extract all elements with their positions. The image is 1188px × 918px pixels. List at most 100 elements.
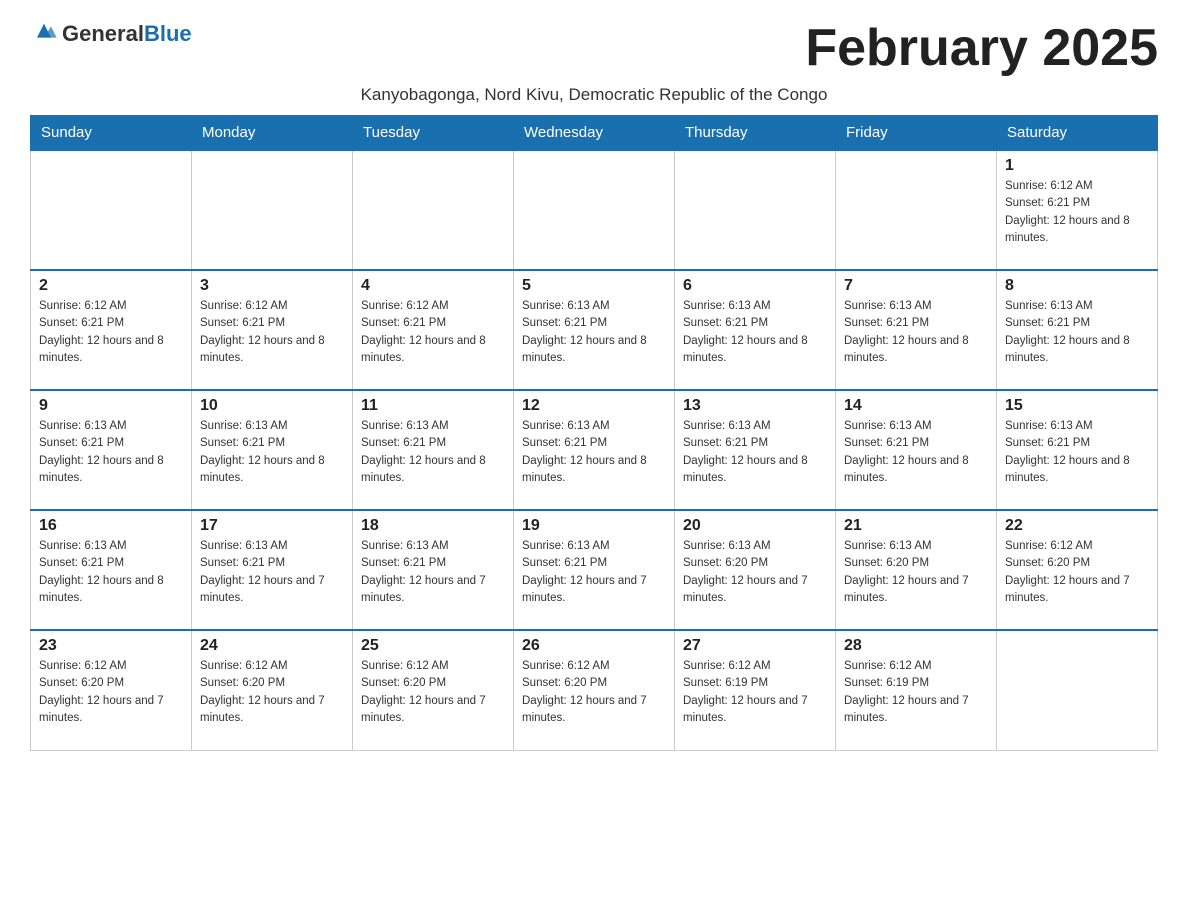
logo: GeneralBlue [30, 20, 192, 48]
day-info: Sunrise: 6:13 AMSunset: 6:21 PMDaylight:… [844, 418, 988, 487]
calendar-cell: 14Sunrise: 6:13 AMSunset: 6:21 PMDayligh… [836, 390, 997, 510]
day-info: Sunrise: 6:12 AMSunset: 6:20 PMDaylight:… [1005, 538, 1149, 607]
day-number: 23 [39, 637, 183, 655]
weekday-header-tuesday: Tuesday [353, 116, 514, 151]
day-info: Sunrise: 6:12 AMSunset: 6:21 PMDaylight:… [200, 298, 344, 367]
day-number: 5 [522, 277, 666, 295]
weekday-header-saturday: Saturday [997, 116, 1158, 151]
day-number: 13 [683, 397, 827, 415]
calendar-cell: 18 Sunrise: 6:13 AMSunset: 6:21 PMDayligh… [353, 510, 514, 630]
weekday-header-row: SundayMondayTuesdayWednesdayThursdayFrid… [31, 116, 1158, 151]
day-info: Sunrise: 6:12 AMSunset: 6:19 PMDaylight:… [683, 658, 827, 727]
day-number: 25 [361, 637, 505, 655]
calendar-cell: 24 Sunrise: 6:12 AMSunset: 6:20 PMDayligh… [192, 630, 353, 750]
day-number: 24 [200, 637, 344, 655]
day-info: Sunrise: 6:12 AMSunset: 6:19 PMDaylight:… [844, 658, 988, 727]
calendar-cell: 20 Sunrise: 6:13 AMSunset: 6:20 PMDayligh… [675, 510, 836, 630]
day-number: 10 [200, 397, 344, 415]
day-number: 26 [522, 637, 666, 655]
page-header: GeneralBlue February 2025 [30, 20, 1158, 77]
day-info: Sunrise: 6:13 AMSunset: 6:21 PMDaylight:… [683, 298, 827, 367]
day-number: 2 [39, 277, 183, 295]
day-info: Sunrise: 6:13 AMSunset: 6:21 PMDaylight:… [1005, 298, 1149, 367]
day-info: Sunrise: 6:12 AMSunset: 6:20 PMDaylight:… [200, 658, 344, 727]
day-number: 6 [683, 277, 827, 295]
day-info: Sunrise: 6:13 AMSunset: 6:21 PMDaylight:… [200, 538, 344, 607]
month-title: February 2025 [805, 20, 1158, 77]
day-info: Sunrise: 6:13 AMSunset: 6:21 PMDaylight:… [1005, 418, 1149, 487]
day-number: 7 [844, 277, 988, 295]
day-number: 27 [683, 637, 827, 655]
calendar-subtitle: Kanyobagonga, Nord Kivu, Democratic Repu… [30, 85, 1158, 105]
day-info: Sunrise: 6:12 AMSunset: 6:20 PMDaylight:… [522, 658, 666, 727]
day-info: Sunrise: 6:13 AMSunset: 6:21 PMDaylight:… [39, 418, 183, 487]
day-info: Sunrise: 6:13 AMSunset: 6:21 PMDaylight:… [39, 538, 183, 607]
week-row-2: 2 Sunrise: 6:12 AMSunset: 6:21 PMDaylight… [31, 270, 1158, 390]
weekday-header-sunday: Sunday [31, 116, 192, 151]
calendar-cell: 3 Sunrise: 6:12 AMSunset: 6:21 PMDaylight… [192, 270, 353, 390]
calendar-cell [31, 150, 192, 270]
day-info: Sunrise: 6:13 AMSunset: 6:20 PMDaylight:… [683, 538, 827, 607]
weekday-header-monday: Monday [192, 116, 353, 151]
calendar-cell: 9 Sunrise: 6:13 AMSunset: 6:21 PMDaylight… [31, 390, 192, 510]
day-info: Sunrise: 6:13 AMSunset: 6:21 PMDaylight:… [361, 418, 505, 487]
calendar-cell [353, 150, 514, 270]
logo-blue-text: Blue [144, 21, 192, 46]
day-number: 21 [844, 517, 988, 535]
day-info: Sunrise: 6:13 AMSunset: 6:21 PMDaylight:… [522, 538, 666, 607]
day-number: 8 [1005, 277, 1149, 295]
calendar-cell: 23Sunrise: 6:12 AMSunset: 6:20 PMDayligh… [31, 630, 192, 750]
calendar-cell: 21 Sunrise: 6:13 AMSunset: 6:20 PMDayligh… [836, 510, 997, 630]
day-number: 17 [200, 517, 344, 535]
day-number: 11 [361, 397, 505, 415]
day-number: 18 [361, 517, 505, 535]
day-number: 20 [683, 517, 827, 535]
calendar-cell: 1Sunrise: 6:12 AMSunset: 6:21 PMDaylight… [997, 150, 1158, 270]
logo-icon [30, 18, 58, 46]
day-info: Sunrise: 6:13 AMSunset: 6:21 PMDaylight:… [200, 418, 344, 487]
calendar-cell: 8 Sunrise: 6:13 AMSunset: 6:21 PMDaylight… [997, 270, 1158, 390]
day-info: Sunrise: 6:13 AMSunset: 6:20 PMDaylight:… [844, 538, 988, 607]
day-info: Sunrise: 6:12 AMSunset: 6:21 PMDaylight:… [39, 298, 183, 367]
day-info: Sunrise: 6:13 AMSunset: 6:21 PMDaylight:… [522, 298, 666, 367]
calendar-cell [675, 150, 836, 270]
day-number: 4 [361, 277, 505, 295]
weekday-header-wednesday: Wednesday [514, 116, 675, 151]
day-info: Sunrise: 6:13 AMSunset: 6:21 PMDaylight:… [683, 418, 827, 487]
week-row-3: 9 Sunrise: 6:13 AMSunset: 6:21 PMDaylight… [31, 390, 1158, 510]
day-number: 28 [844, 637, 988, 655]
day-info: Sunrise: 6:12 AMSunset: 6:21 PMDaylight:… [1005, 178, 1149, 247]
day-number: 12 [522, 397, 666, 415]
day-info: Sunrise: 6:13 AMSunset: 6:21 PMDaylight:… [844, 298, 988, 367]
day-info: Sunrise: 6:13 AMSunset: 6:21 PMDaylight:… [361, 538, 505, 607]
week-row-1: 1Sunrise: 6:12 AMSunset: 6:21 PMDaylight… [31, 150, 1158, 270]
calendar-cell: 26 Sunrise: 6:12 AMSunset: 6:20 PMDayligh… [514, 630, 675, 750]
calendar-cell [514, 150, 675, 270]
calendar-cell: 5 Sunrise: 6:13 AMSunset: 6:21 PMDaylight… [514, 270, 675, 390]
calendar-cell: 4Sunrise: 6:12 AMSunset: 6:21 PMDaylight… [353, 270, 514, 390]
calendar-cell: 17 Sunrise: 6:13 AMSunset: 6:21 PMDayligh… [192, 510, 353, 630]
calendar-cell: 10 Sunrise: 6:13 AMSunset: 6:21 PMDayligh… [192, 390, 353, 510]
day-info: Sunrise: 6:13 AMSunset: 6:21 PMDaylight:… [522, 418, 666, 487]
logo-general-text: General [62, 21, 144, 46]
calendar-cell: 27 Sunrise: 6:12 AMSunset: 6:19 PMDayligh… [675, 630, 836, 750]
day-number: 22 [1005, 517, 1149, 535]
day-number: 3 [200, 277, 344, 295]
week-row-5: 23 Sunrise: 6:12 AMSunset: 6:20 PMDayligh… [31, 630, 1158, 750]
calendar-cell: 19 Sunrise: 6:13 AMSunset: 6:21 PMDayligh… [514, 510, 675, 630]
calendar-cell: 7 Sunrise: 6:13 AMSunset: 6:21 PMDaylight… [836, 270, 997, 390]
weekday-header-friday: Friday [836, 116, 997, 151]
calendar-cell [192, 150, 353, 270]
calendar-cell: 11 Sunrise: 6:13 AMSunset: 6:21 PMDayligh… [353, 390, 514, 510]
calendar-cell [997, 630, 1158, 750]
calendar-table: SundayMondayTuesdayWednesdayThursdayFrid… [30, 115, 1158, 751]
day-number: 19 [522, 517, 666, 535]
calendar-cell: 13 Sunrise: 6:13 AMSunset: 6:21 PMDayligh… [675, 390, 836, 510]
calendar-cell: 15Sunrise: 6:13 AMSunset: 6:21 PMDayligh… [997, 390, 1158, 510]
calendar-cell: 25 Sunrise: 6:12 AMSunset: 6:20 PMDayligh… [353, 630, 514, 750]
day-number: 9 [39, 397, 183, 415]
calendar-cell: 2 Sunrise: 6:12 AMSunset: 6:21 PMDaylight… [31, 270, 192, 390]
weekday-header-thursday: Thursday [675, 116, 836, 151]
day-info: Sunrise: 6:12 AMSunset: 6:20 PMDaylight:… [361, 658, 505, 727]
calendar-cell: 22 Sunrise: 6:12 AMSunset: 6:20 PMDayligh… [997, 510, 1158, 630]
